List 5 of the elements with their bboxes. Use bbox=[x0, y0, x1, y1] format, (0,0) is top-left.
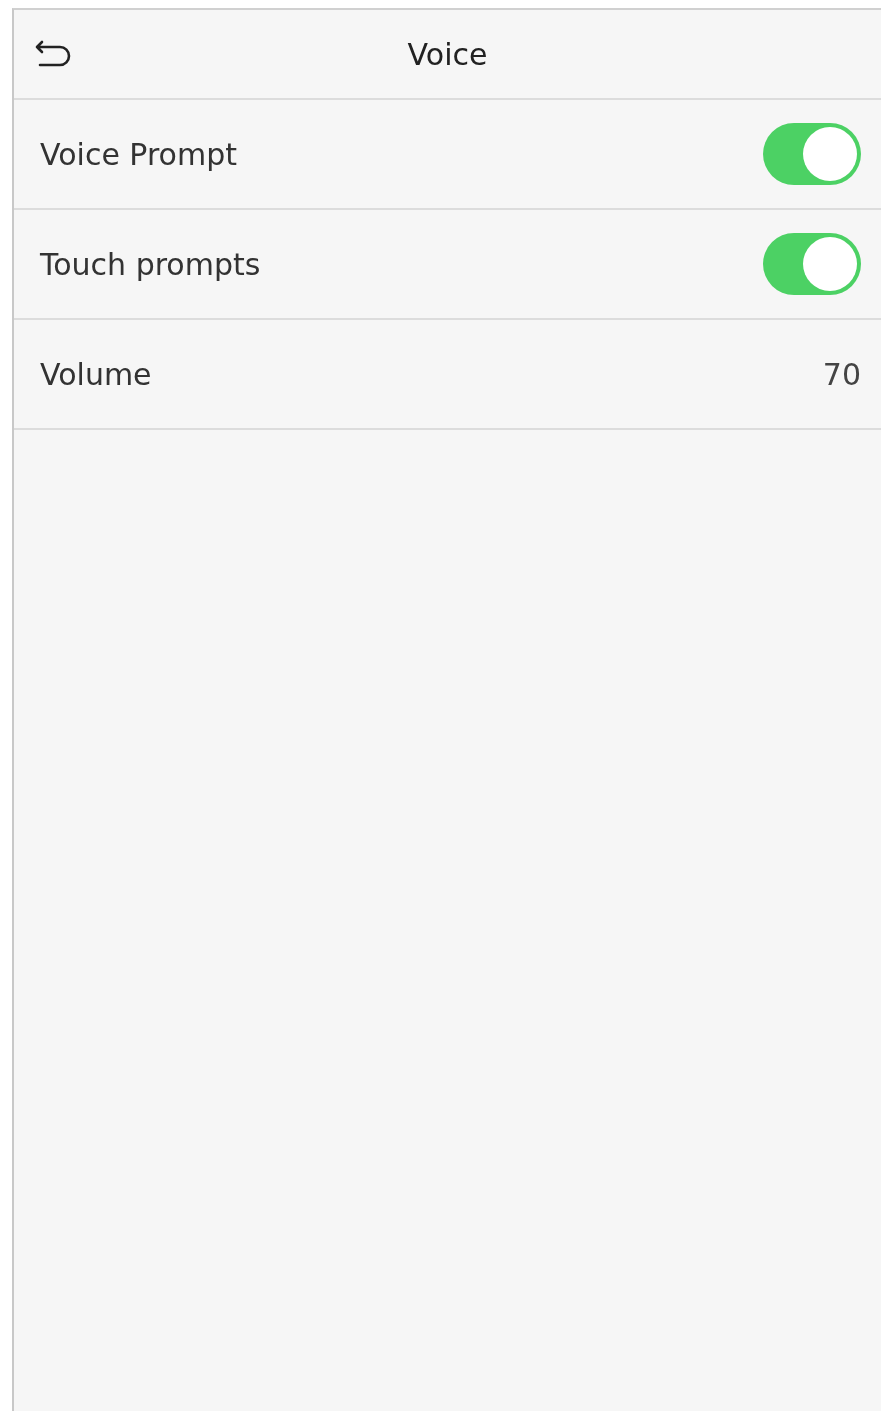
setting-label: Volume bbox=[40, 356, 152, 392]
setting-label: Voice Prompt bbox=[40, 136, 237, 172]
setting-label: Touch prompts bbox=[40, 246, 261, 282]
screen-title: Voice bbox=[407, 36, 488, 72]
setting-value: 70 bbox=[822, 356, 861, 392]
